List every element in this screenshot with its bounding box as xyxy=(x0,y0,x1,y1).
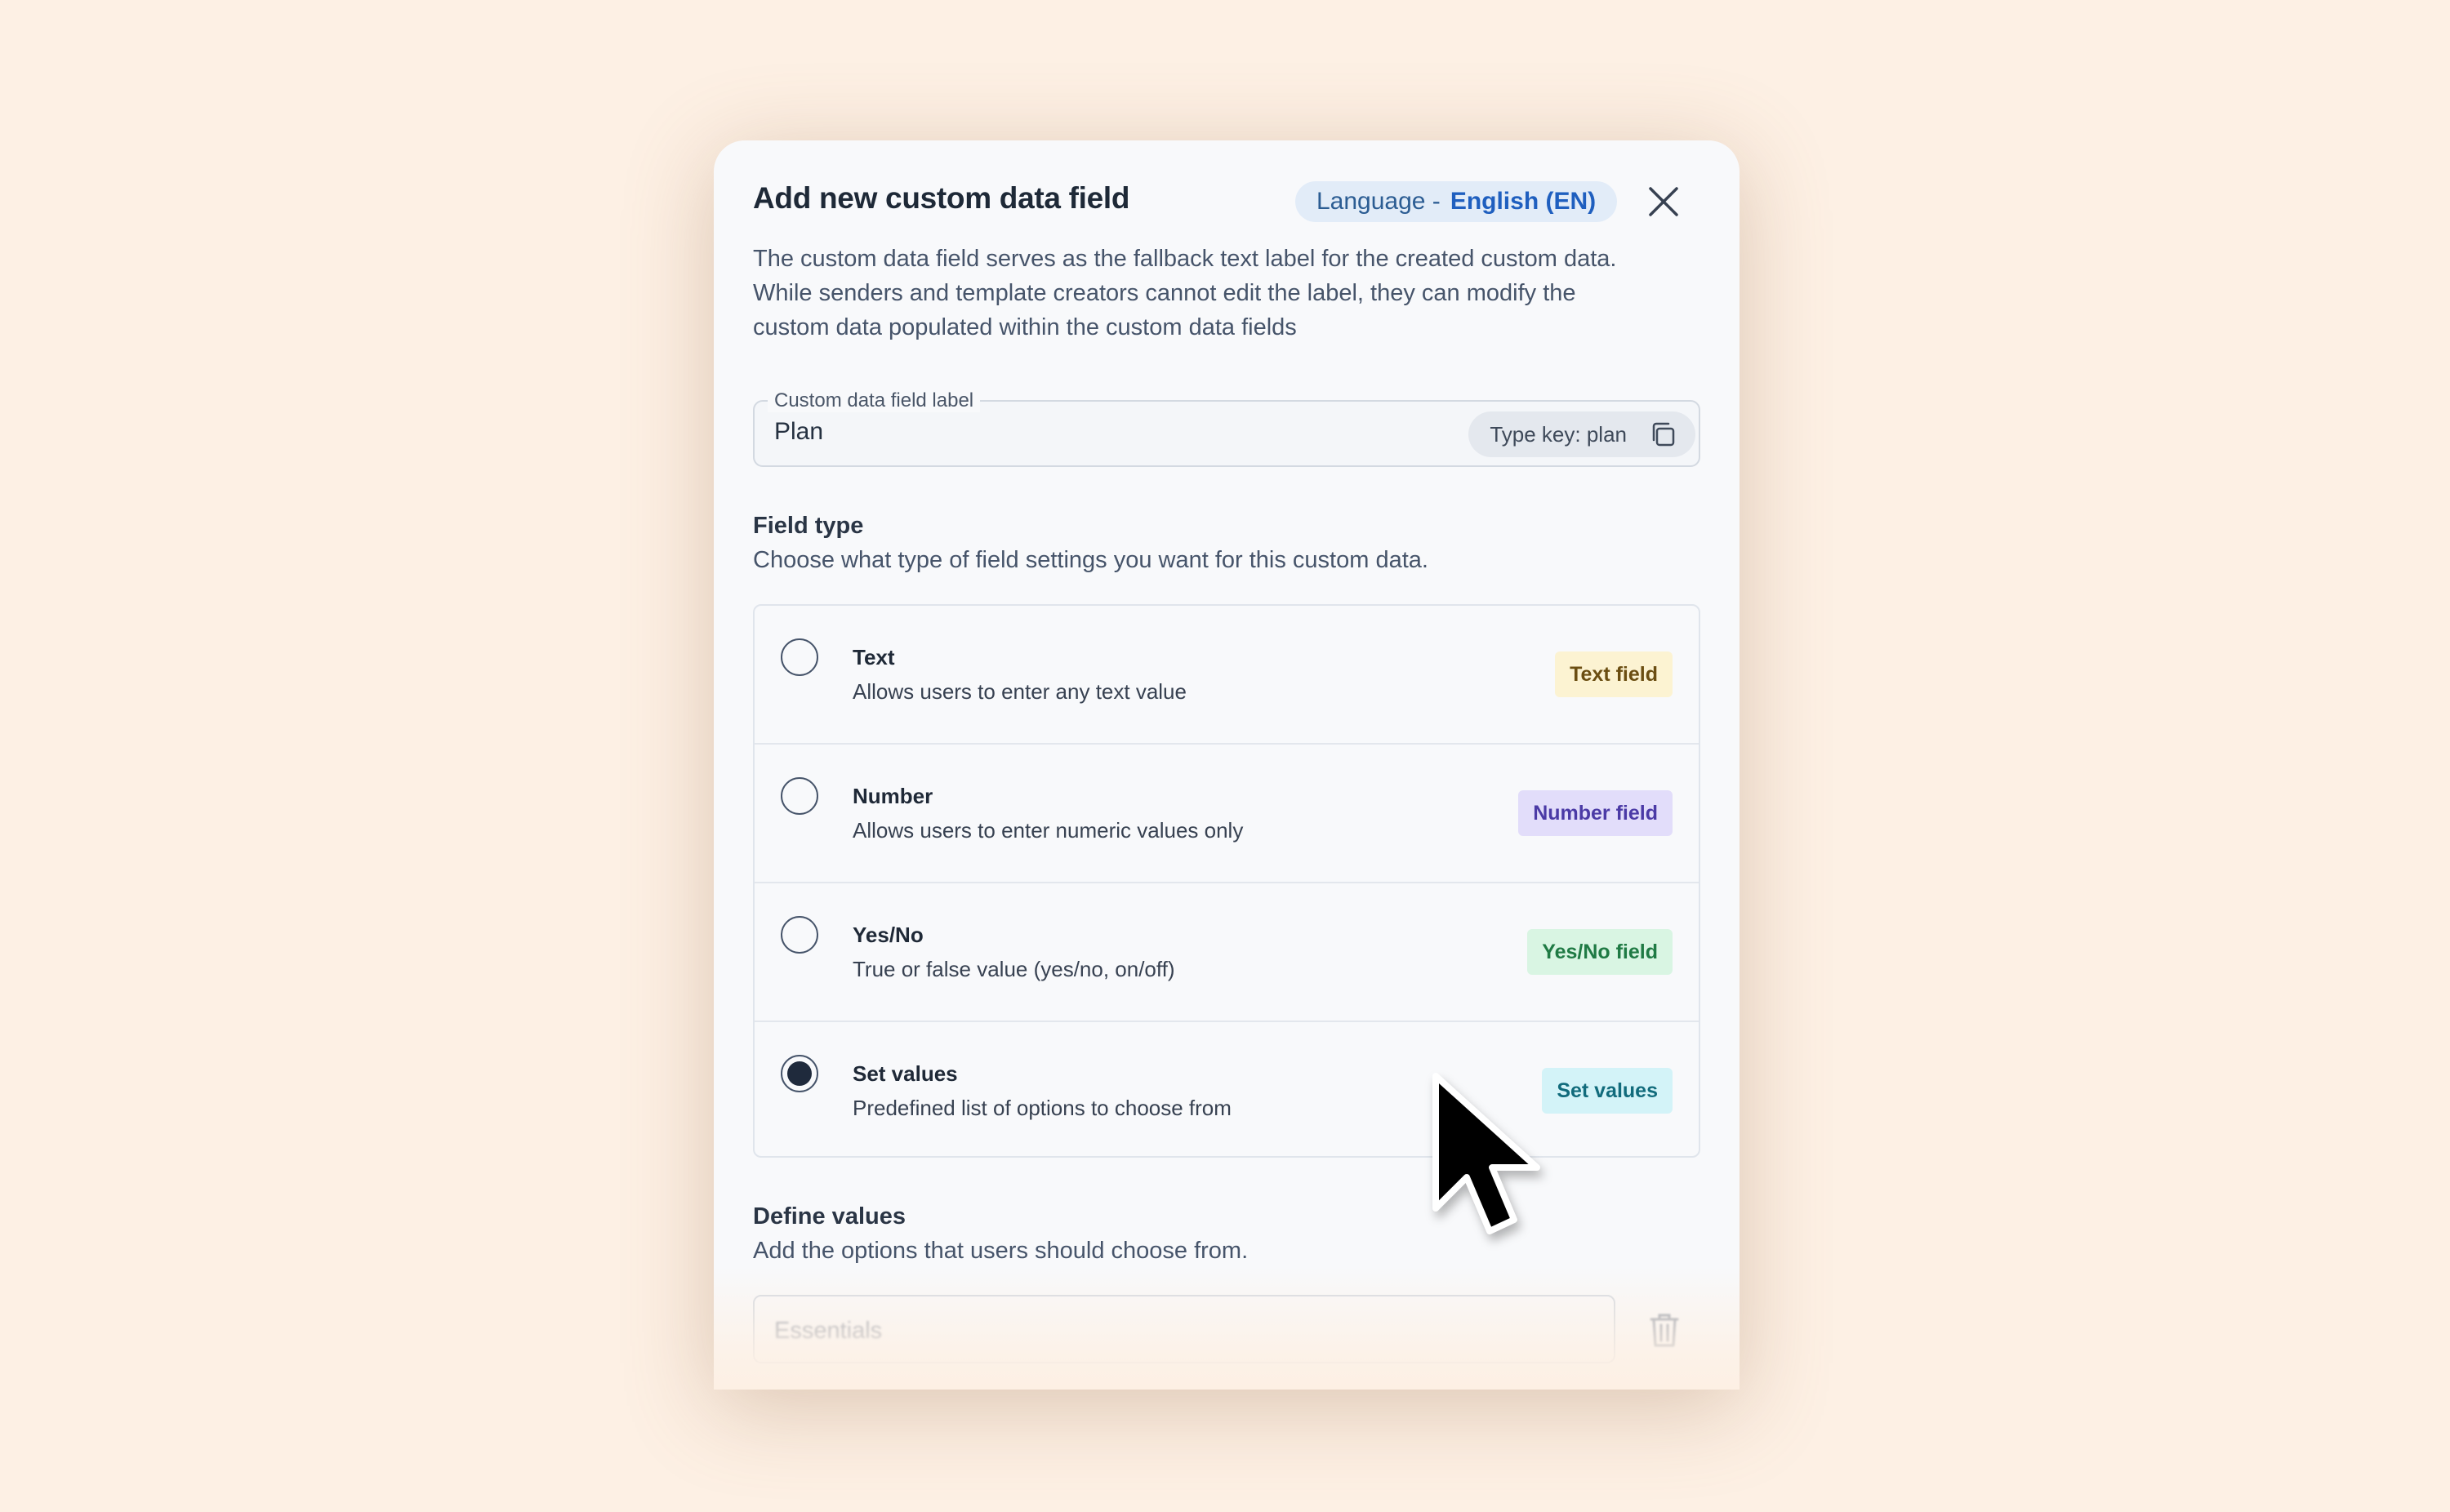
language-value: English (EN) xyxy=(1450,188,1597,215)
custom-data-field-dialog: Add new custom data field Language - Eng… xyxy=(714,140,1740,1390)
close-button[interactable] xyxy=(1643,181,1684,222)
option-text[interactable]: Text Allows users to enter any text valu… xyxy=(755,606,1699,745)
radio-number[interactable] xyxy=(781,777,818,815)
option-description: Allows users to enter numeric values onl… xyxy=(853,818,1244,843)
field-legend: Custom data field label xyxy=(768,389,981,412)
option-number[interactable]: Number Allows users to enter numeric val… xyxy=(755,745,1699,883)
badge-set-values: Set values xyxy=(1542,1068,1673,1114)
field-type-options: Text Allows users to enter any text valu… xyxy=(753,604,1700,1158)
trash-icon xyxy=(1650,1314,1679,1347)
dialog-description: The custom data field serves as the fall… xyxy=(753,246,1617,340)
type-key-chip[interactable]: Type key: plan xyxy=(1468,411,1695,457)
option-title: Text xyxy=(853,645,895,669)
dialog-title: Add new custom data field xyxy=(753,181,1130,215)
option-yes-no[interactable]: Yes/No True or false value (yes/no, on/o… xyxy=(755,883,1699,1022)
value-input[interactable]: Essentials xyxy=(753,1295,1615,1363)
option-description: True or false value (yes/no, on/off) xyxy=(853,957,1175,981)
define-values-subtitle: Add the options that users should choose… xyxy=(753,1238,1249,1264)
option-title: Set values xyxy=(853,1061,958,1086)
field-type-subtitle: Choose what type of field settings you w… xyxy=(753,547,1428,573)
option-set-values[interactable]: Set values Predefined list of options to… xyxy=(755,1022,1699,1159)
define-values-heading: Define values xyxy=(753,1203,906,1230)
type-key-text: Type key: plan xyxy=(1490,421,1627,447)
copy-icon xyxy=(1652,422,1675,447)
badge-text-field: Text field xyxy=(1555,651,1673,697)
radio-set-values[interactable] xyxy=(781,1055,818,1092)
badge-number-field: Number field xyxy=(1518,790,1673,836)
radio-text[interactable] xyxy=(781,638,818,676)
language-selector[interactable]: Language - English (EN) xyxy=(1295,181,1618,222)
value-input-text: Essentials xyxy=(774,1318,883,1344)
option-title: Number xyxy=(853,784,933,808)
field-value[interactable]: Plan xyxy=(774,418,823,446)
delete-value-button[interactable] xyxy=(1645,1310,1684,1350)
option-description: Predefined list of options to choose fro… xyxy=(853,1096,1232,1120)
badge-yes-no-field: Yes/No field xyxy=(1527,929,1673,975)
radio-yes-no[interactable] xyxy=(781,916,818,954)
custom-data-field-label-input[interactable]: Custom data field label Plan Type key: p… xyxy=(753,389,1700,467)
language-label: Language - xyxy=(1316,188,1441,215)
close-icon xyxy=(1649,187,1678,216)
option-title: Yes/No xyxy=(853,923,924,947)
field-type-heading: Field type xyxy=(753,513,864,539)
mouse-cursor-icon xyxy=(1432,1073,1540,1234)
option-description: Allows users to enter any text value xyxy=(853,679,1187,704)
copy-button[interactable] xyxy=(1648,420,1677,449)
